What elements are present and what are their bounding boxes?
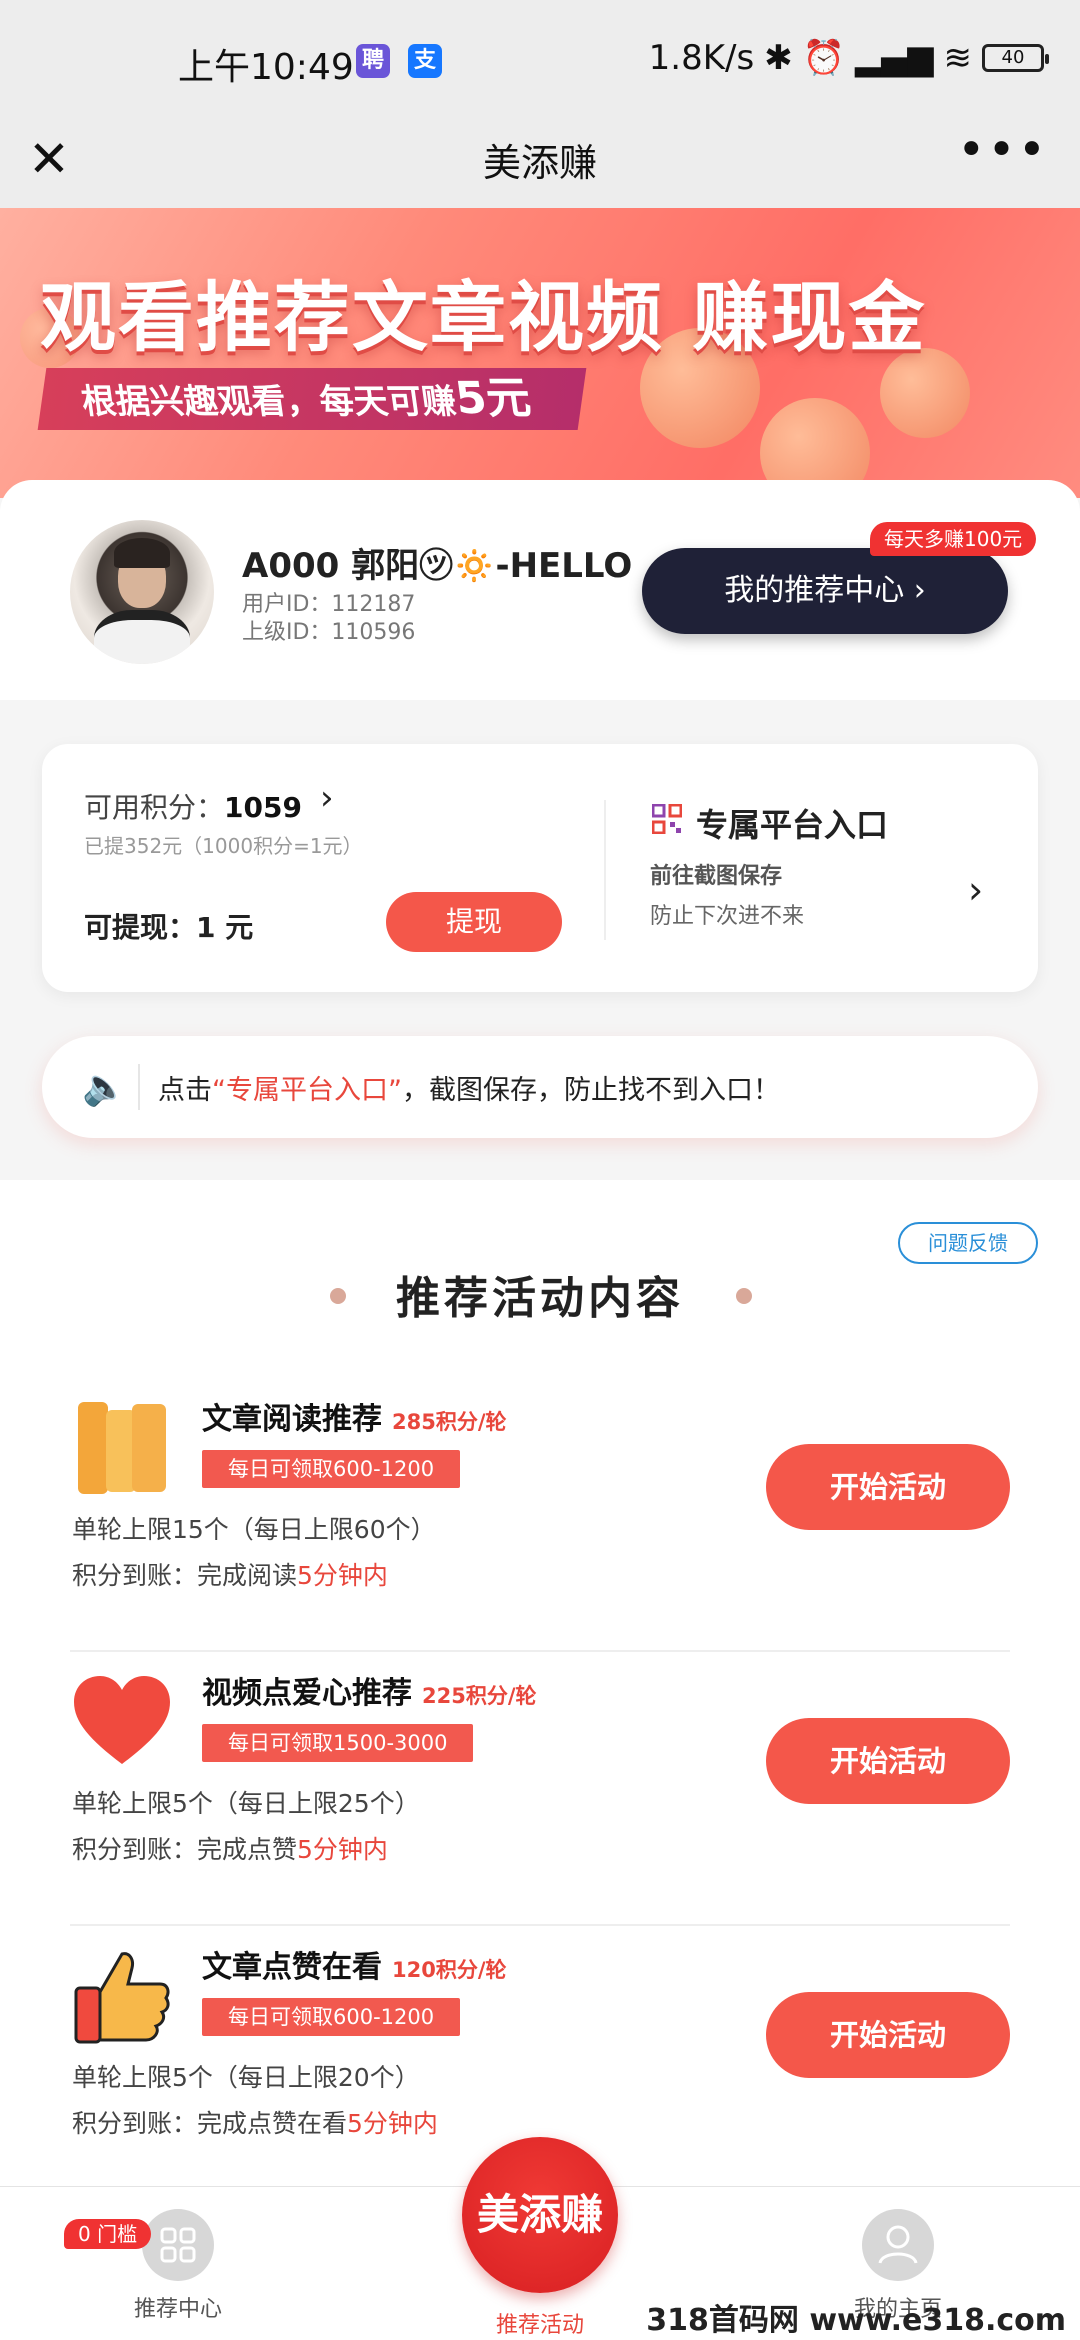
username: A000 郭阳㋡🔅-HELLO: [242, 546, 633, 586]
platform-entry-line2: 防止下次进不来: [650, 904, 805, 929]
alipay-icon: 支: [408, 44, 442, 78]
activity-points: 120积分/轮: [392, 1958, 507, 1982]
parent-id: 上级ID：110596: [242, 620, 416, 645]
activity-points: 225积分/轮: [422, 1684, 537, 1708]
thumbs-up-icon: [74, 1952, 170, 2044]
divider: [70, 1924, 1010, 1926]
nav-label-active[interactable]: 推荐活动: [440, 2307, 640, 2339]
grid-icon: [142, 2209, 214, 2281]
activity-name-text: 文章阅读推荐: [202, 1402, 382, 1437]
activity-points: 285积分/轮: [392, 1410, 507, 1434]
title-bar: ✕ 美添赚 •••: [0, 120, 1080, 208]
notice-suffix: ，截图保存，防止找不到入口！: [401, 1075, 780, 1106]
points-label-text: 可用积分：: [84, 791, 225, 824]
activity-name: 视频点爱心推荐 225积分/轮: [202, 1668, 537, 1712]
points-label[interactable]: 可用积分：1059: [84, 786, 302, 826]
activity-limit: 单轮上限5个（每日上限25个）: [72, 1789, 420, 1818]
divider: [604, 800, 606, 940]
activity-limit: 单轮上限15个（每日上限60个）: [72, 1515, 436, 1544]
earn-more-badge: 每天多赚100元: [870, 522, 1037, 556]
notice-text: 点击“专属平台入口”，截图保存，防止找不到入口！: [158, 1068, 780, 1107]
chevron-right-icon[interactable]: ›: [968, 868, 983, 912]
notice-highlight: “专属平台入口”: [212, 1075, 402, 1106]
activity-credit-time: 5分钟内: [297, 1561, 388, 1590]
alarm-icon: ⏰: [802, 38, 846, 78]
speaker-icon: 🔈: [82, 1067, 127, 1108]
status-bar: 上午10:49 聘 支 1.8K/s ✱ ⏰ ▂▄▆ ≋ 40: [0, 0, 1080, 120]
banner-subtitle-text: 根据兴趣观看，每天可赚: [78, 382, 459, 422]
activity-credit-time: 5分钟内: [347, 2109, 438, 2138]
activity-credit: 积分到账：完成点赞5分钟内: [72, 1830, 388, 1866]
user-icon: [862, 2209, 934, 2281]
activity-daily-tag: 每日可领取600-1200: [202, 1450, 461, 1488]
activity-name: 文章阅读推荐 285积分/轮: [202, 1394, 507, 1438]
notice-bar: 🔈 点击“专属平台入口”，截图保存，防止找不到入口！: [42, 1036, 1038, 1138]
app-logo-button[interactable]: 美添赚: [462, 2137, 618, 2293]
chevron-right-icon[interactable]: ›: [320, 778, 334, 818]
more-icon[interactable]: •••: [957, 122, 1048, 178]
activity-limit: 单轮上限5个（每日上限20个）: [72, 2063, 420, 2092]
wifi-icon: ≋: [943, 38, 973, 78]
profile-card: A000 郭阳㋡🔅-HELLO 用户ID：112187 上级ID：110596 …: [0, 480, 1080, 700]
activity-credit: 积分到账：完成阅读5分钟内: [72, 1556, 388, 1592]
activity-name-text: 视频点爱心推荐: [202, 1676, 412, 1711]
banner-title: 观看推荐文章视频 赚现金: [40, 273, 927, 362]
activity-daily-tag: 每日可领取600-1200: [202, 1998, 461, 2036]
banner-subtitle-amount: 5元: [452, 373, 534, 424]
status-time: 上午10:49: [178, 47, 354, 88]
threshold-badge: 0 门槛: [64, 2219, 152, 2249]
activity-name-text: 文章点赞在看: [202, 1950, 382, 1985]
section-title: 推荐活动内容: [396, 1273, 684, 1324]
divider: [70, 1650, 1010, 1652]
page-title: 美添赚: [482, 141, 597, 185]
start-activity-button[interactable]: 开始活动: [766, 1444, 1010, 1530]
battery-icon: 40: [982, 44, 1049, 72]
banner-subtitle: 根据兴趣观看，每天可赚5元: [37, 368, 587, 430]
withdrawable-amount: 可提现：1 元: [84, 911, 254, 944]
nav-label: 推荐中心: [133, 2297, 222, 2322]
heart-icon: [74, 1676, 170, 1764]
activity-credit-time: 5分钟内: [297, 1835, 388, 1864]
activity-credit-text: 积分到账：完成点赞在看: [72, 2109, 348, 2138]
feedback-button[interactable]: 问题反馈: [898, 1222, 1038, 1264]
platform-entry-title[interactable]: 专属平台入口: [696, 800, 888, 846]
withdraw-button[interactable]: 提现: [386, 892, 562, 952]
recruit-app-icon: 聘: [356, 44, 390, 78]
activity-credit-text: 积分到账：完成阅读: [72, 1561, 298, 1590]
title-dot: [736, 1288, 752, 1304]
bluetooth-icon: ✱: [764, 38, 793, 78]
activity-credit: 积分到账：完成点赞在看5分钟内: [72, 2104, 438, 2140]
points-card: 可用积分：1059 › 已提352元（1000积分=1元） 可提现：1 元 提现…: [42, 744, 1038, 992]
signal-icon: ▂▄▆: [855, 38, 934, 78]
activity-daily-tag: 每日可领取1500-3000: [202, 1724, 474, 1762]
notice-prefix: 点击: [158, 1075, 212, 1106]
activities-section: 问题反馈 推荐活动内容 文章阅读推荐 285积分/轮 每日可领取600-1200 …: [0, 1180, 1080, 2200]
withdrawn-summary: 已提352元（1000积分=1元）: [84, 834, 363, 858]
watermark: 318首码网 www.e318.com: [646, 2303, 1066, 2338]
activity-name: 文章点赞在看 120积分/轮: [202, 1942, 507, 1986]
divider: [138, 1064, 140, 1110]
recommend-center-button[interactable]: 我的推荐中心 ›: [642, 548, 1008, 634]
status-right: 1.8K/s ✱ ⏰ ▂▄▆ ≋ 40: [648, 38, 1049, 78]
activity-credit-text: 积分到账：完成点赞: [72, 1835, 298, 1864]
promo-banner: 观看推荐文章视频 赚现金 根据兴趣观看，每天可赚5元: [0, 208, 1080, 498]
points-value: 1059: [224, 791, 302, 824]
start-activity-button[interactable]: 开始活动: [766, 1718, 1010, 1804]
qr-code-icon: [652, 804, 682, 834]
network-speed: 1.8K/s: [648, 38, 755, 78]
platform-entry-line1: 前往截图保存: [650, 864, 783, 889]
activity-item: 视频点爱心推荐 225积分/轮 每日可领取1500-3000 单轮上限5个（每日上…: [70, 1658, 1010, 1926]
activity-item: 文章阅读推荐 285积分/轮 每日可领取600-1200 单轮上限15个（每日上限…: [70, 1384, 1010, 1652]
bottom-nav: 推荐中心 0 门槛 美添赚 推荐活动 我的主页 318首码网 www.e318.…: [0, 2137, 1080, 2340]
avatar[interactable]: [70, 520, 214, 664]
book-icon: [78, 1402, 166, 1494]
start-activity-button[interactable]: 开始活动: [766, 1992, 1010, 2078]
